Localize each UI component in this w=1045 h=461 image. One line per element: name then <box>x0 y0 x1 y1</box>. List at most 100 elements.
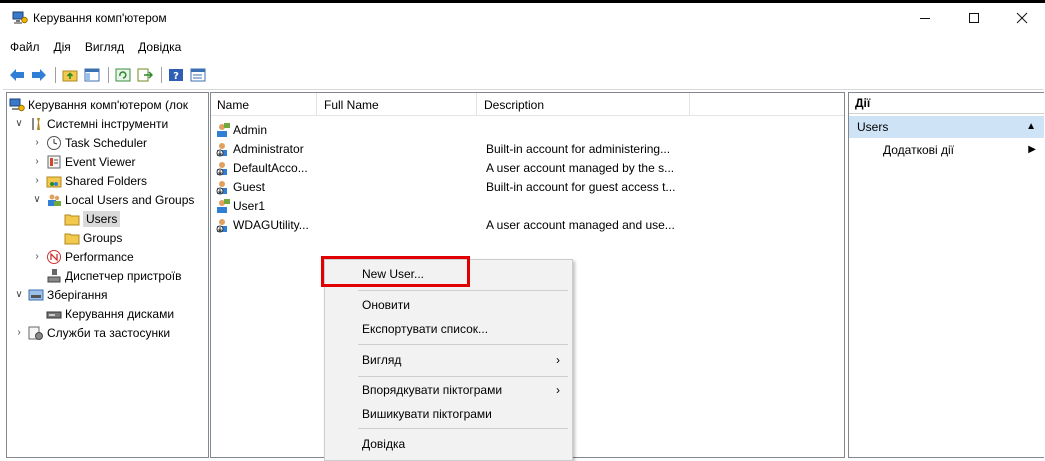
help-button[interactable]: ? <box>166 66 186 84</box>
collapse-up-icon[interactable]: ▲ <box>1026 116 1036 138</box>
forward-button[interactable] <box>29 66 49 84</box>
forward-icon <box>32 69 46 81</box>
chevron-right-icon[interactable]: › <box>31 251 43 262</box>
properties-button[interactable] <box>188 66 208 84</box>
menu-item-arrange-icons[interactable]: Впорядкувати піктограми › <box>325 379 572 401</box>
tree-label: Керування дисками <box>65 306 175 321</box>
back-button[interactable] <box>7 66 27 84</box>
tree-item-services[interactable]: › Служби та застосунки <box>13 323 170 342</box>
menu-separator <box>358 376 568 377</box>
tree-label: Groups <box>83 230 123 245</box>
tree-item-users[interactable]: Users <box>61 209 121 228</box>
toolbar-divider <box>3 89 1043 90</box>
computer-management-icon <box>12 11 28 24</box>
disk-icon <box>46 306 62 322</box>
user-description: A user account managed by the s... <box>486 160 675 175</box>
close-button[interactable] <box>999 3 1045 33</box>
maximize-icon <box>969 13 979 23</box>
computer-management-icon <box>9 97 25 113</box>
table-row[interactable]: Admin <box>211 120 844 139</box>
tree-label: Local Users and Groups <box>65 192 195 207</box>
context-menu: New User... Оновити Експортувати список.… <box>324 259 573 461</box>
tree-label: Диспетчер пристроїв <box>65 268 182 283</box>
clock-icon <box>46 135 62 151</box>
maximize-button[interactable] <box>951 3 997 33</box>
user-name: Admin <box>233 122 268 137</box>
minimize-button[interactable] <box>902 3 948 33</box>
shared-folder-icon <box>46 173 62 189</box>
chevron-down-icon[interactable]: ∨ <box>13 289 25 300</box>
disabled-user-icon <box>216 180 227 194</box>
disabled-user-icon <box>216 142 227 156</box>
tree-item-task-scheduler[interactable]: › Task Scheduler <box>31 133 147 152</box>
tree-item-shared-folders[interactable]: › Shared Folders <box>31 171 147 190</box>
column-divider[interactable] <box>316 93 317 115</box>
device-manager-icon <box>46 268 62 284</box>
back-icon <box>10 69 24 81</box>
tree-item-device-manager[interactable]: Диспетчер пристроїв <box>43 266 181 285</box>
menu-item-new-user[interactable]: New User... <box>325 263 572 285</box>
tree-item-disk-management[interactable]: Керування дисками <box>43 304 174 323</box>
tree-item-storage[interactable]: ∨ Зберігання <box>13 285 107 304</box>
table-row[interactable]: Guest Built-in account for guest access … <box>211 177 844 196</box>
user-icon <box>217 198 230 213</box>
up-folder-icon <box>62 70 78 82</box>
refresh-button[interactable] <box>113 66 133 84</box>
menu-help[interactable]: Довідка <box>131 37 188 59</box>
more-actions-item[interactable]: Додаткові дії ▶ <box>849 139 1044 161</box>
column-divider[interactable] <box>689 93 690 115</box>
menu-item-export-list[interactable]: Експортувати список... <box>325 318 572 340</box>
actions-section-users[interactable]: Users ▲ <box>849 116 1044 138</box>
disabled-user-icon <box>216 161 227 175</box>
properties-icon <box>190 68 206 82</box>
minimize-icon <box>920 18 930 19</box>
menu-item-help[interactable]: Довідка <box>325 433 572 455</box>
user-name: Guest <box>233 179 266 194</box>
menu-file[interactable]: Файл <box>3 37 47 59</box>
menu-item-label: Впорядкувати піктограми <box>362 383 503 397</box>
menu-item-line-up-icons[interactable]: Вишикувати піктограми <box>325 403 572 425</box>
menu-item-view[interactable]: Вигляд › <box>325 349 572 371</box>
close-icon <box>1016 12 1028 24</box>
title-bar: Керування комп'ютером <box>3 3 1043 33</box>
navigation-tree: Керування комп'ютером (лок ∨ Системні ін… <box>6 92 209 458</box>
tree-item-groups[interactable]: Groups <box>61 228 122 247</box>
chevron-down-icon[interactable]: ∨ <box>13 118 25 129</box>
tree-item-performance[interactable]: › Performance <box>31 247 134 266</box>
user-icon <box>217 122 230 137</box>
chevron-right-icon: ▶ <box>1028 144 1036 155</box>
menu-separator <box>358 290 568 291</box>
chevron-right-icon[interactable]: › <box>13 327 25 338</box>
chevron-right-icon[interactable]: › <box>31 137 43 148</box>
table-row[interactable]: User1 <box>211 196 844 215</box>
tree-item-local-users-groups[interactable]: ∨ Local Users and Groups <box>31 190 194 209</box>
menu-item-refresh[interactable]: Оновити <box>325 294 572 316</box>
column-header-name[interactable]: Name <box>217 98 249 112</box>
tree-label: Users <box>83 210 121 227</box>
list-header: Name Full Name Description <box>211 93 844 116</box>
show-hide-tree-button[interactable] <box>82 66 102 84</box>
more-actions-label: Додаткові дії <box>883 143 955 157</box>
toolbar-separator <box>55 67 56 83</box>
user-name: User1 <box>233 198 266 213</box>
chevron-down-icon[interactable]: ∨ <box>31 194 43 205</box>
table-row[interactable]: WDAGUtility... A user account managed an… <box>211 215 844 234</box>
column-divider[interactable] <box>476 93 477 115</box>
table-row[interactable]: DefaultAcco... A user account managed by… <box>211 158 844 177</box>
table-row[interactable]: Administrator Built-in account for admin… <box>211 139 844 158</box>
column-header-description[interactable]: Description <box>484 98 544 112</box>
export-list-button[interactable] <box>135 66 155 84</box>
tree-item-root[interactable]: Керування комп'ютером (лок <box>9 95 188 114</box>
event-viewer-icon <box>46 154 62 170</box>
tree-item-system-tools[interactable]: ∨ Системні інструменти <box>13 114 168 133</box>
menu-view[interactable]: Вигляд <box>78 37 131 59</box>
tree-item-event-viewer[interactable]: › Event Viewer <box>31 152 135 171</box>
chevron-right-icon[interactable]: › <box>31 175 43 186</box>
up-folder-button[interactable] <box>60 66 80 84</box>
menu-action[interactable]: Дія <box>47 37 78 59</box>
services-icon <box>28 325 44 341</box>
column-header-full-name[interactable]: Full Name <box>324 98 379 112</box>
chevron-right-icon[interactable]: › <box>31 156 43 167</box>
users-group-icon <box>46 192 62 208</box>
user-name: WDAGUtility... <box>233 217 309 232</box>
